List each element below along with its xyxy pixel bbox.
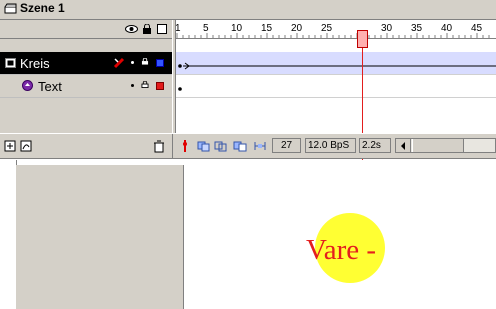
frame-rate-field[interactable]: 12.0 BpS [305,138,356,153]
layer-icon [5,58,16,68]
ruler-label: 35 [411,23,423,34]
ruler-label: 20 [291,23,303,34]
outline-square-icon[interactable] [157,24,167,34]
frames-grid[interactable] [176,39,496,133]
trash-icon[interactable] [152,139,166,153]
ruler-label: 15 [261,23,273,34]
layer-color-swatch[interactable] [156,59,164,67]
scroll-left-arrow-icon [401,142,405,150]
timeline-controls: 27 12.0 BpS 2.2s [0,133,496,159]
ruler-label: 5 [203,23,209,34]
layer-row-kreis[interactable]: Kreis [0,52,172,75]
tween-arrow [178,62,496,70]
visibility-dot[interactable] [131,84,134,87]
playhead-handle[interactable] [357,30,368,48]
scene-clapper-icon [4,3,17,14]
frame-row-kreis[interactable] [176,52,496,75]
frame-ruler[interactable]: 1 5 10 15 20 25 30 35 40 45 [172,20,496,38]
stage-text[interactable]: Vare - [306,234,376,267]
ruler-label: 45 [471,23,483,34]
toolbar-separator [172,134,173,158]
frame-row-text[interactable] [176,75,496,98]
current-frame-field[interactable]: 27 [272,138,301,153]
onion-skin-outlines-icon[interactable] [214,139,228,153]
layer-color-swatch[interactable] [156,82,164,90]
eye-icon[interactable] [125,24,138,34]
center-frame-icon[interactable] [180,139,190,153]
scene-bar: Szene 1 [0,0,496,20]
layer-row-text[interactable]: Text [0,75,172,98]
onion-skin-icon[interactable] [197,139,211,153]
lock-toggle-icon[interactable] [141,58,149,65]
pencil-icon [113,57,125,69]
ruler-ticks: 1 5 10 15 20 25 30 35 40 45 [175,23,490,38]
horizontal-scrollbar[interactable] [395,138,496,153]
folder-layer-icon [22,80,33,91]
scroll-left-button[interactable] [396,139,411,152]
layer-name[interactable]: Text [38,79,62,94]
visibility-dot[interactable] [131,61,134,64]
add-guide-layer-icon[interactable] [20,139,34,153]
lock-icon[interactable] [142,24,152,34]
ruler-label: 40 [441,23,453,34]
scroll-thumb[interactable] [412,139,464,152]
timeline-header: 1 5 10 15 20 25 30 35 40 45 [0,20,496,39]
lock-toggle-icon[interactable] [141,81,149,88]
stage-left-edge [0,160,17,309]
elapsed-time-field[interactable]: 2.2s [359,138,391,153]
ruler-label: 25 [321,23,333,34]
ruler-label: 30 [381,23,393,34]
layer-name[interactable]: Kreis [20,56,50,71]
insert-layer-icon[interactable] [4,139,18,153]
ruler-label: 10 [231,23,243,34]
keyframe-dot [178,87,182,91]
modify-onion-markers-icon[interactable] [253,139,267,153]
offstage-area [16,165,184,309]
edit-multiple-frames-icon[interactable] [233,139,247,153]
scene-name[interactable]: Szene 1 [20,1,65,15]
